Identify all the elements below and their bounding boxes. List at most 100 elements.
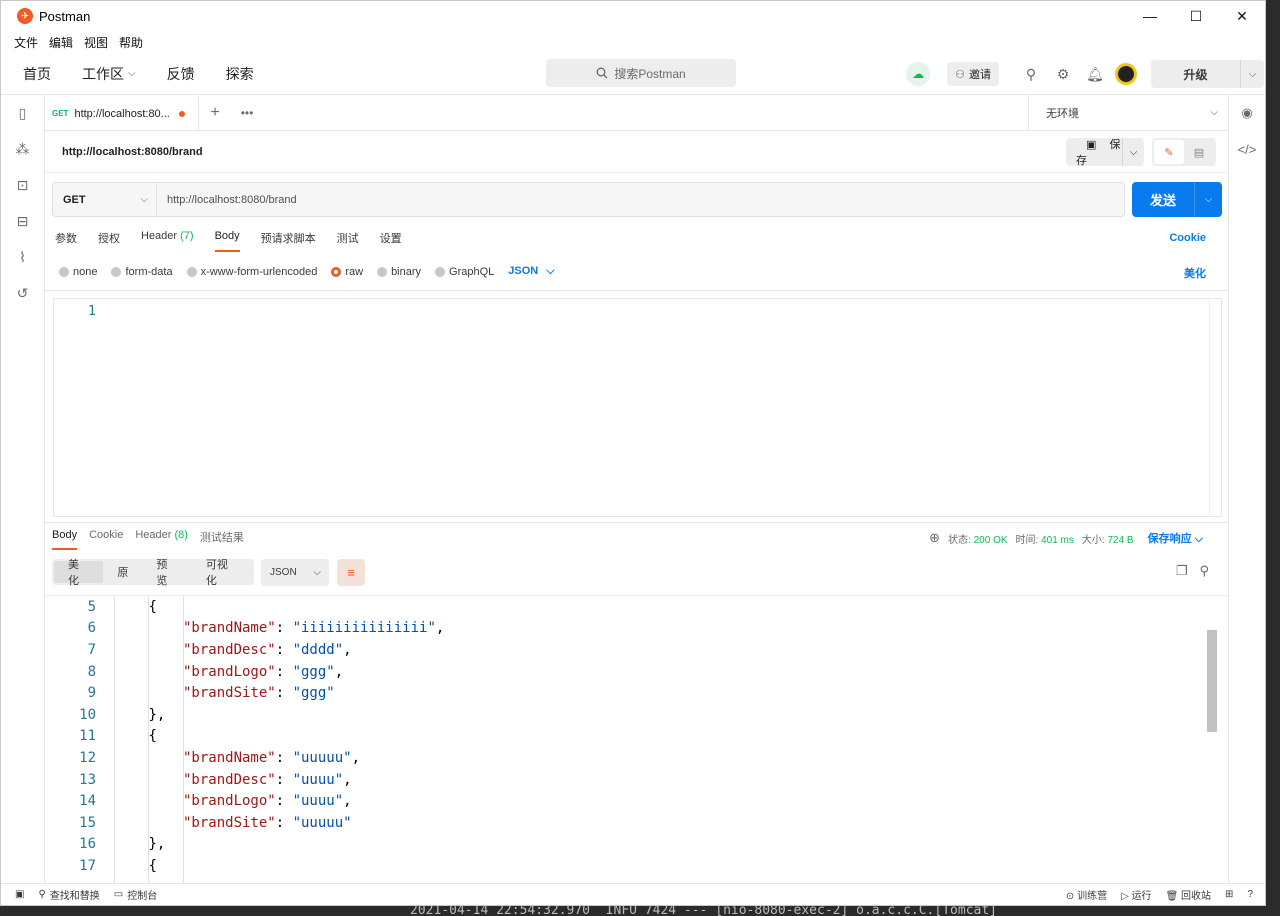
radio-circle <box>435 266 446 277</box>
tab-method: GET <box>52 109 69 118</box>
status-info[interactable]: 状态: 200 OK <box>948 531 1007 546</box>
code-text: { <box>149 599 157 615</box>
find-replace-button[interactable]: ⚲ 查找和替换 <box>38 887 99 902</box>
scrollbar-thumb[interactable] <box>1207 630 1217 732</box>
avatar[interactable] <box>1115 63 1137 85</box>
tab-headers[interactable]: Header (7) <box>141 230 194 252</box>
view-raw[interactable]: 原 <box>103 561 142 583</box>
pencil-icon[interactable]: ✎ <box>1154 140 1184 164</box>
resp-tab-body[interactable]: Body <box>52 529 78 550</box>
status-right: ⊙ 训练营 ▷ 运行 🗑︎ 回收站 ⊞ ? <box>1066 887 1253 902</box>
nav-explore[interactable]: 探索 <box>226 64 254 84</box>
add-tab-icon[interactable]: + <box>199 95 231 130</box>
pane-divider[interactable] <box>45 522 1228 523</box>
tab-prerequest[interactable]: 预请求脚本 <box>261 230 316 252</box>
trash-button[interactable]: 🗑︎ 回收站 <box>1166 887 1211 902</box>
code-line: 7 "brandDesc": "dddd", <box>45 639 352 661</box>
response-format-select[interactable]: JSON ⌵ <box>261 559 329 586</box>
resp-tab-cookie[interactable]: Cookie <box>89 529 123 550</box>
comment-icon[interactable]: ▤ <box>1184 140 1214 164</box>
save-button[interactable]: ▣ 保存 ⌵ <box>1066 138 1144 167</box>
sidebar-toggle-icon[interactable]: ▣ <box>15 889 24 900</box>
radio-raw[interactable]: raw <box>331 266 363 278</box>
response-body[interactable]: 5{6 "brandName": "iiiiiiiiiiiiiii", 7 "bran… <box>45 595 1230 885</box>
request-body-editor[interactable]: 1 <box>53 298 1222 517</box>
tab-body[interactable]: Body <box>214 230 240 252</box>
menu-file[interactable]: 文件 <box>14 34 38 51</box>
nav-home[interactable]: 首页 <box>23 64 51 84</box>
time-info[interactable]: 时间: 401 ms <box>1016 531 1074 546</box>
view-visualize[interactable]: 可视化 <box>192 559 252 587</box>
request-tab[interactable]: GET http://localhost:80... <box>45 95 199 130</box>
menu-edit[interactable]: 编辑 <box>49 34 73 51</box>
history-icon[interactable]: ↺ <box>1 275 44 311</box>
tab-tests[interactable]: 测试 <box>337 230 359 252</box>
search-icon[interactable]: ⚲ <box>1199 563 1209 579</box>
resp-tab-headers[interactable]: Header (8) <box>135 529 188 550</box>
response-scrollbar[interactable] <box>1206 596 1218 885</box>
help-icon[interactable]: ? <box>1247 889 1253 900</box>
code-icon[interactable]: </> <box>1229 131 1265 167</box>
raw-format-select[interactable]: JSON ⌵ <box>508 265 554 278</box>
eye-icon[interactable]: ◉ <box>1229 95 1265 131</box>
gear-icon[interactable]: ⚙ <box>1047 66 1079 83</box>
editor-scrollbar[interactable] <box>1209 299 1221 516</box>
menu-view[interactable]: 视图 <box>84 34 108 51</box>
tab-params[interactable]: 参数 <box>55 230 77 252</box>
nav-workspace[interactable]: 工作区 ⌵ <box>82 64 136 84</box>
sync-cloud-icon[interactable]: ☁ <box>906 62 931 86</box>
runner-button[interactable]: ▷ 运行 <box>1121 887 1151 902</box>
line-number: 7 <box>87 641 96 658</box>
url-bar: GET ⌵ http://localhost:8080/brand <box>52 182 1125 217</box>
view-preview[interactable]: 预览 <box>142 559 191 587</box>
close-button[interactable]: ✕ <box>1219 1 1265 31</box>
save-response-button[interactable]: 保存响应 ⌵ <box>1148 530 1203 546</box>
send-button[interactable]: 发送 ⌵ <box>1132 182 1222 217</box>
search-placeholder: 搜索Postman <box>614 66 686 81</box>
tab-settings[interactable]: 设置 <box>380 230 402 252</box>
environment-select[interactable]: 无环境 ⌵ <box>1028 95 1228 130</box>
json-value: "uuuuu" <box>292 749 352 766</box>
json-comma: , <box>351 749 361 766</box>
radio-urlencoded[interactable]: x-www-form-urlencoded <box>186 266 317 278</box>
chevron-down-icon[interactable]: ⌵ <box>1194 182 1222 217</box>
more-tabs-icon[interactable]: ••• <box>231 95 263 130</box>
view-pretty[interactable]: 美化 <box>54 559 104 587</box>
collections-icon[interactable]: ▯ <box>1 95 44 131</box>
console-button[interactable]: ▭ 控制台 <box>114 887 157 902</box>
size-info[interactable]: 大小: 724 B <box>1082 531 1134 546</box>
radio-circle <box>111 266 122 277</box>
chevron-down-icon[interactable]: ⌵ <box>1122 138 1144 166</box>
satellite-icon[interactable]: ⚲ <box>1015 66 1047 83</box>
environments-icon[interactable]: ⊡ <box>1 167 44 203</box>
method-select[interactable]: GET ⌵ <box>53 183 157 216</box>
menu-help[interactable]: 帮助 <box>119 34 143 51</box>
copy-icon[interactable]: ❐ <box>1176 563 1188 579</box>
invite-button[interactable]: ⚇ 邀请 <box>947 62 999 86</box>
resp-tab-tests[interactable]: 测试结果 <box>200 529 244 550</box>
chevron-down-icon[interactable]: ⌵ <box>1240 60 1264 88</box>
cookie-link[interactable]: Cookie <box>1169 232 1206 244</box>
monitors-icon[interactable]: ⌇ <box>1 239 44 275</box>
wrap-lines-icon[interactable]: ≡ <box>337 559 365 586</box>
globe-icon[interactable]: ⊕ <box>929 530 940 546</box>
radio-none[interactable]: none <box>59 266 97 278</box>
radio-form-data[interactable]: form-data <box>111 266 173 278</box>
url-input[interactable]: http://localhost:8080/brand <box>157 194 297 206</box>
request-name[interactable]: http://localhost:8080/brand <box>62 146 203 158</box>
radio-binary[interactable]: binary <box>377 266 421 278</box>
nav-feedback[interactable]: 反馈 <box>167 64 195 84</box>
radio-graphql[interactable]: GraphQL <box>435 266 494 278</box>
bootcamp-button[interactable]: ⊙ 训练营 <box>1066 887 1107 902</box>
upgrade-button[interactable]: 升级 ⌵ <box>1151 60 1264 88</box>
minimize-button[interactable]: — <box>1127 1 1173 31</box>
bell-icon[interactable]: 🔔︎ <box>1079 66 1111 83</box>
beautify-link[interactable]: 美化 <box>1184 265 1206 281</box>
tab-auth[interactable]: 授权 <box>98 230 120 252</box>
indent-guide <box>114 596 115 885</box>
search-bar[interactable]: 搜索Postman <box>546 59 736 87</box>
maximize-button[interactable]: ☐ <box>1173 1 1219 31</box>
mock-servers-icon[interactable]: ⊟ <box>1 203 44 239</box>
two-pane-icon[interactable]: ⊞ <box>1225 889 1233 900</box>
apis-icon[interactable]: ⁂ <box>1 131 44 167</box>
